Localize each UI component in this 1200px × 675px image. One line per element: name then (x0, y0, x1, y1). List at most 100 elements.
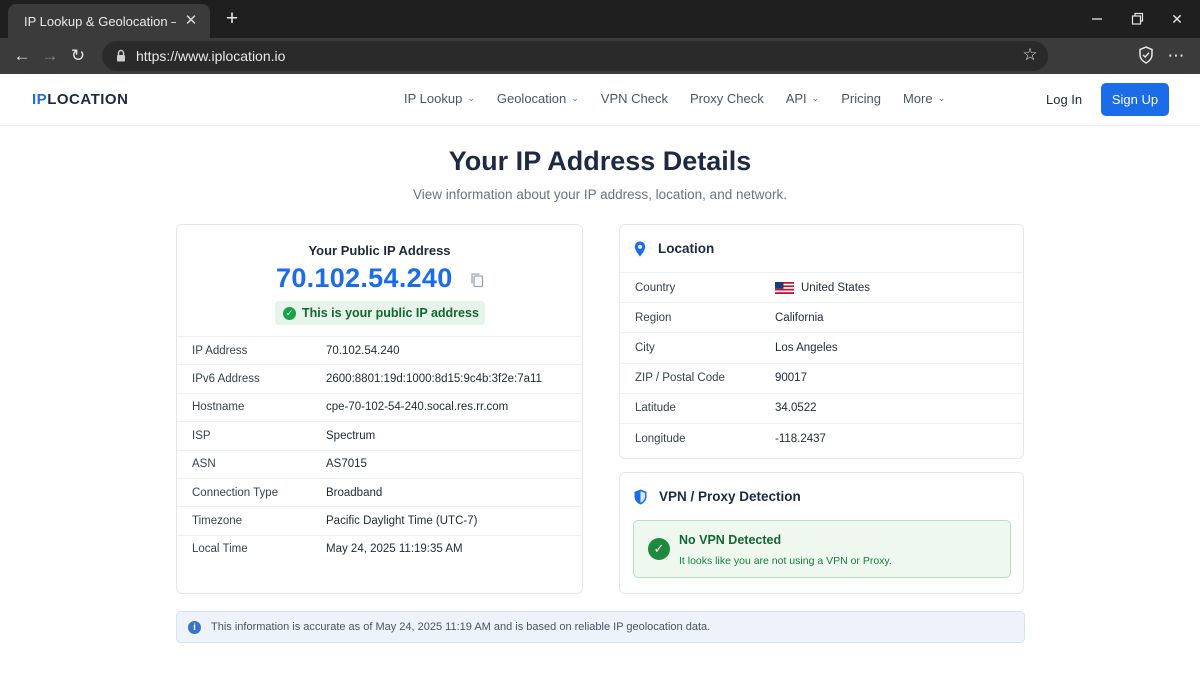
address-bar[interactable]: https://www.iplocation.io ☆ (102, 41, 1048, 71)
row-value: cpe-70-102-54-240.socal.res.rr.com (326, 401, 509, 414)
row-key: Timezone (192, 515, 243, 528)
nav-item-api[interactable]: API ⌄ (786, 91, 820, 106)
page-subtitle: View information about your IP address, … (413, 187, 787, 202)
location-card: Location Country United States Region Cal… (619, 224, 1024, 459)
nav-item-geolocation[interactable]: Geolocation ⌄ (497, 91, 579, 106)
chevron-down-icon: ⌄ (571, 93, 579, 103)
row-key: City (635, 341, 655, 354)
nav-label: Geolocation (496, 91, 567, 106)
row-value: Pacific Daylight Time (UTC-7) (326, 515, 478, 528)
row-value: Spectrum (326, 429, 376, 442)
row-key: Longitude (635, 432, 686, 445)
main-nav: IP Lookup ⌄ Geolocation ⌄ VPN Check Proxy … (404, 91, 945, 106)
page-title: Your IP Address Details (448, 146, 752, 176)
copy-icon[interactable] (470, 272, 484, 288)
shield-extension-icon[interactable] (1136, 46, 1156, 66)
info-icon: i (188, 620, 201, 634)
signup-button[interactable]: Sign Up (1101, 83, 1169, 116)
row-value: 70.102.54.240 (326, 344, 400, 357)
nav-label: VPN Check (600, 91, 668, 106)
reload-icon[interactable]: ↻ (68, 46, 88, 66)
row-value: Broadband (326, 486, 383, 499)
login-link[interactable]: Log In (1046, 92, 1082, 107)
public-ip-badge: ✓ This is your public IP address (275, 301, 485, 325)
browser-tab[interactable]: IP Lookup & Geolocation – IPLocation ✕ (8, 4, 210, 38)
nav-item-ip-lookup[interactable]: IP Lookup ⌄ (404, 91, 475, 106)
ip-card-label: Your Public IP Address (308, 243, 451, 258)
row-key: IP Address (192, 344, 248, 357)
row-value-wrap: United States (775, 281, 870, 294)
nav-label: Pricing (841, 91, 881, 106)
row-key: Country (635, 281, 676, 294)
lock-icon (117, 49, 125, 62)
location-title: Location (658, 241, 715, 256)
chevron-down-icon: ⌄ (937, 93, 946, 103)
row-key: ISP (192, 429, 211, 442)
table-row: Local Time May 24, 2025 11:19:35 AM (177, 534, 582, 563)
more-menu-icon[interactable]: ⋯ (1166, 46, 1186, 66)
nav-label: API (785, 91, 807, 106)
table-row: IP Address 70.102.54.240 (177, 336, 582, 364)
us-flag-icon (775, 281, 794, 294)
bookmark-star-icon[interactable]: ☆ (1020, 45, 1040, 65)
table-row: City Los Angeles (620, 332, 1023, 362)
map-pin-icon (634, 241, 646, 256)
table-row: Longitude -118.2437 (620, 422, 1023, 453)
table-row: Hostname cpe-70-102-54-240.socal.res.rr.c… (177, 392, 582, 421)
location-card-header: Location (620, 225, 1023, 272)
table-row: Region California (620, 302, 1023, 332)
back-icon[interactable]: ← (12, 46, 32, 66)
table-row: Latitude 34.0522 (620, 392, 1023, 423)
nav-item-more[interactable]: More ⌄ (903, 91, 945, 106)
row-key: Hostname (192, 401, 245, 414)
row-value: Los Angeles (775, 341, 838, 354)
row-key: ZIP / Postal Code (635, 372, 725, 385)
check-circle-icon: ✓ (648, 538, 670, 560)
vpn-detection-card: VPN / Proxy Detection ✓ No VPN Detected … (619, 472, 1024, 594)
check-circle-icon: ✓ (283, 306, 296, 320)
public-ip-badge-text: This is your public IP address (302, 306, 479, 320)
info-text: This information is accurate as of May 2… (211, 621, 711, 633)
url-text: https://www.iplocation.io (136, 48, 286, 64)
vpn-title: VPN / Proxy Detection (659, 489, 801, 504)
vpn-status: No VPN Detected (679, 533, 782, 547)
nav-item-pricing[interactable]: Pricing (841, 91, 881, 106)
row-value: May 24, 2025 11:19:35 AM (326, 543, 463, 556)
shield-icon (634, 489, 647, 504)
site-header: IPLOCATION IP Lookup ⌄ Geolocation ⌄ VPN C… (0, 74, 1200, 126)
row-value: California (775, 311, 824, 324)
row-key: Connection Type (192, 486, 279, 499)
restore-icon[interactable] (1129, 10, 1145, 28)
nav-label: IP Lookup (404, 91, 463, 106)
row-value: 90017 (775, 372, 807, 385)
row-key: Latitude (635, 402, 676, 415)
site-logo[interactable]: IPLOCATION (32, 91, 128, 108)
logo-accent: IP (32, 91, 48, 108)
nav-item-proxy-check[interactable]: Proxy Check (690, 91, 764, 106)
nav-item-vpn-check[interactable]: VPN Check (601, 91, 668, 106)
table-row: Timezone Pacific Daylight Time (UTC-7) (177, 506, 582, 534)
logo-rest: LOCATION (47, 91, 129, 108)
forward-icon[interactable]: → (40, 46, 60, 66)
new-tab-icon[interactable]: + (222, 8, 242, 30)
ip-details-table: IP Address 70.102.54.240 IPv6 Address 2600… (177, 336, 582, 563)
close-window-icon[interactable]: ✕ (1169, 10, 1185, 28)
vpn-status-box: ✓ No VPN Detected It looks like you are … (633, 520, 1011, 578)
row-key: IPv6 Address (192, 373, 260, 386)
row-value: 2600:8801:19d:1000:8d15:9c4b:3f2e:7a11 (326, 373, 542, 386)
browser-toolbar: ← → ↻ https://www.iplocation.io ☆ ⋯ (0, 38, 1200, 74)
minimize-icon[interactable] (1089, 10, 1105, 28)
row-key: Local Time (192, 543, 248, 556)
close-tab-icon[interactable]: ✕ (182, 12, 200, 30)
table-row: ISP Spectrum (177, 421, 582, 449)
ip-details-card: Your Public IP Address 70.102.54.240 ✓ T… (176, 224, 583, 594)
nav-label: Proxy Check (690, 91, 764, 106)
table-row: Country United States (620, 272, 1023, 302)
vpn-description: It looks like you are not using a VPN or… (679, 555, 892, 567)
table-row: Connection Type Broadband (177, 477, 582, 506)
table-row: ZIP / Postal Code 90017 (620, 362, 1023, 393)
row-value: 34.0522 (775, 402, 817, 415)
tab-title: IP Lookup & Geolocation – IPLocation (24, 13, 176, 29)
nav-label: More (902, 91, 933, 106)
public-ip-value: 70.102.54.240 (276, 263, 453, 293)
